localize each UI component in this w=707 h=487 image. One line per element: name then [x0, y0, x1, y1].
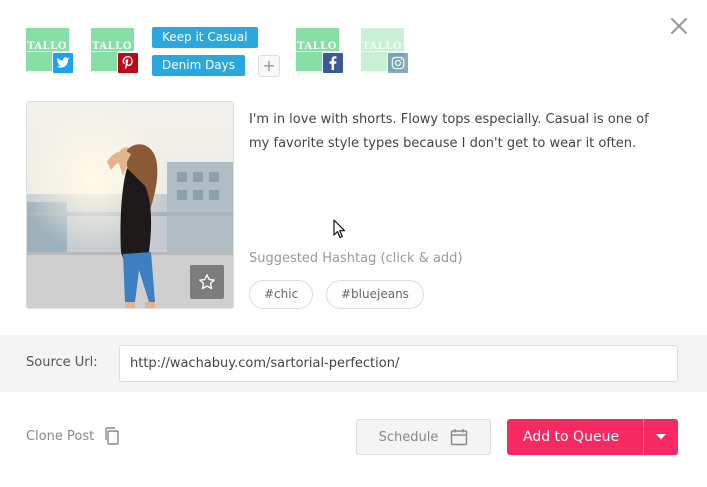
schedule-button[interactable]: Schedule — [356, 419, 491, 455]
post-image[interactable] — [26, 101, 234, 309]
suggested-hashtag-label: Suggested Hashtag (click & add) — [249, 251, 463, 266]
source-url-input[interactable] — [119, 345, 678, 382]
add-board-button[interactable]: + — [258, 55, 280, 77]
clone-post-button[interactable]: Clone Post — [26, 427, 120, 445]
account-twitter[interactable]: TALLO — [26, 28, 74, 76]
add-to-queue-label: Add to Queue — [523, 429, 620, 445]
star-icon[interactable] — [190, 265, 224, 299]
calendar-icon — [451, 429, 468, 446]
pinterest-icon — [117, 52, 139, 74]
facebook-icon — [322, 52, 344, 74]
source-url-label: Source Url: — [26, 355, 98, 370]
close-icon[interactable] — [669, 16, 689, 36]
mouse-cursor-icon — [333, 219, 346, 239]
board-chip-keep-it-casual[interactable]: Keep it Casual — [152, 27, 258, 48]
schedule-label: Schedule — [378, 429, 439, 445]
post-editor-modal: TALLO TALLO Keep it Casual Denim Days + … — [0, 0, 707, 487]
hashtag-chip-chic[interactable]: #chic — [249, 280, 314, 309]
copy-icon — [105, 427, 119, 445]
chevron-down-icon[interactable] — [644, 433, 678, 441]
clone-post-label: Clone Post — [26, 428, 95, 444]
post-caption[interactable]: I'm in love with shorts. Flowy tops espe… — [249, 108, 689, 156]
account-pinterest[interactable]: TALLO — [91, 28, 139, 76]
instagram-icon — [387, 52, 409, 74]
board-chip-denim-days[interactable]: Denim Days — [152, 55, 246, 76]
hashtag-chip-bluejeans[interactable]: #bluejeans — [326, 280, 424, 309]
account-facebook[interactable]: TALLO — [296, 28, 344, 76]
account-instagram[interactable]: TALLO — [361, 28, 409, 76]
add-to-queue-button[interactable]: Add to Queue — [507, 419, 678, 455]
source-url-section: Source Url: — [0, 335, 707, 392]
twitter-icon — [52, 52, 74, 74]
